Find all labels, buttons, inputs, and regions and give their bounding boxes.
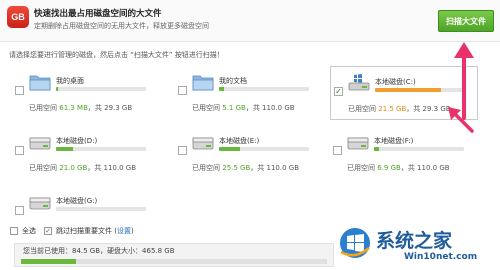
disk-checkbox[interactable]: [15, 146, 24, 155]
disk-card[interactable]: 我的文档已用空间 5.1 GB，共 110.0 GB: [175, 66, 323, 120]
header-subtitle: 定期删除占用磁盘空间的无用大文件，释放更多磁盘空间: [34, 22, 209, 30]
disk-usage-fill: [56, 87, 58, 91]
disk-name: 我的桌面: [56, 77, 84, 85]
folder-icon: [192, 75, 214, 91]
disk-usage-bar: [219, 87, 309, 91]
disk-card[interactable]: ✓ 本地磁盘(C:) 已用空间 21.5 GB，共 29.3 GB: [330, 66, 478, 120]
disk-usage-fill: [219, 147, 240, 151]
disk-usage-bar: [56, 147, 146, 151]
instruction-text: 请选择您要进行管理的磁盘，然后点击 “扫描大文件” 按钮进行扫描！: [9, 51, 224, 59]
watermark-url: Win10net.com: [404, 252, 478, 262]
scan-large-files-button[interactable]: 扫描大文件: [438, 10, 494, 32]
total-usage-bar: [21, 259, 327, 264]
disk-name: 我的文档: [219, 77, 247, 85]
disk-card[interactable]: 我的桌面已用空间 61.3 MB，共 29.3 GB: [12, 66, 160, 120]
settings-link[interactable]: 设置: [117, 227, 131, 235]
disk-usage-text: 已用空间 6.9 GB，共 110.0 GB: [347, 164, 450, 172]
disk-usage-bar: [56, 87, 146, 91]
disk-name: 本地磁盘(E:): [219, 137, 260, 145]
disk-checkbox[interactable]: [15, 86, 24, 95]
drive-icon: [29, 197, 51, 210]
disk-usage-bar: [374, 147, 464, 151]
skip-important-checkbox[interactable]: ✓: [44, 227, 52, 235]
drive-icon: [347, 137, 369, 150]
disk-card[interactable]: 本地磁盘(F:) 已用空间 6.9 GB，共 110.0 GB: [330, 126, 478, 180]
status-text: 您当前已使用：84.5 GB，硬盘大小：465.8 GB: [23, 247, 175, 255]
disk-usage-bar: [56, 207, 146, 211]
select-all-label[interactable]: 全选: [22, 226, 36, 236]
drive-icon: [192, 137, 214, 150]
disk-card[interactable]: 本地磁盘(D:) 已用空间 21.0 GB，共 110.0 GB: [12, 126, 160, 180]
disk-checkbox[interactable]: [15, 206, 24, 215]
disk-usage-text: 已用空间 21.0 GB，共 110.0 GB: [29, 164, 136, 172]
total-usage-fill: [21, 259, 77, 264]
disk-usage-fill: [374, 147, 380, 151]
disk-name: 本地磁盘(C:): [375, 78, 416, 86]
disk-checkbox[interactable]: [333, 146, 342, 155]
disk-checkbox[interactable]: ✓: [334, 87, 343, 96]
win10-logo-icon: [340, 228, 370, 258]
disk-checkbox[interactable]: [178, 86, 187, 95]
disk-usage-bar: [375, 88, 465, 92]
disk-name: 本地磁盘(D:): [56, 137, 98, 145]
bottom-options: 全选 ✓ 跳过扫描重要文件 (设置): [10, 226, 134, 236]
disk-usage-text: 已用空间 21.5 GB，共 29.3 GB: [348, 105, 451, 113]
disk-card[interactable]: 本地磁盘(E:) 已用空间 25.5 GB，共 110.0 GB: [175, 126, 323, 180]
folder-icon: [29, 75, 51, 91]
disk-usage-text: 已用空间 61.3 MB，共 29.3 GB: [29, 104, 133, 112]
windows-drive-icon: [348, 74, 370, 91]
disk-usage-status: 您当前已使用：84.5 GB，硬盘大小：465.8 GB: [14, 243, 334, 267]
header-title: 快速找出最占用磁盘空间的大文件: [34, 9, 162, 19]
disk-usage-text: 已用空间 25.5 GB，共 110.0 GB: [192, 164, 299, 172]
skip-important-label: 跳过扫描重要文件 (设置): [56, 227, 134, 235]
disk-usage-fill: [56, 147, 74, 151]
disk-usage-text: 已用空间 5.1 GB，共 110.0 GB: [192, 104, 295, 112]
disk-checkbox[interactable]: [178, 146, 187, 155]
disk-name: 本地磁盘(G:): [56, 197, 98, 205]
disk-usage-bar: [219, 147, 309, 151]
site-watermark: 系统之家 Win10net.com: [338, 222, 496, 268]
watermark-title: 系统之家: [376, 230, 453, 252]
drive-icon: [29, 137, 51, 150]
select-all-checkbox[interactable]: [10, 227, 18, 235]
disk-usage-fill: [375, 88, 441, 92]
header: GB 快速找出最占用磁盘空间的大文件 定期删除占用磁盘空间的无用大文件，释放更多…: [0, 0, 500, 42]
app-logo-icon: GB: [7, 6, 29, 28]
disk-name: 本地磁盘(F:): [374, 137, 414, 145]
disk-usage-fill: [219, 87, 224, 91]
